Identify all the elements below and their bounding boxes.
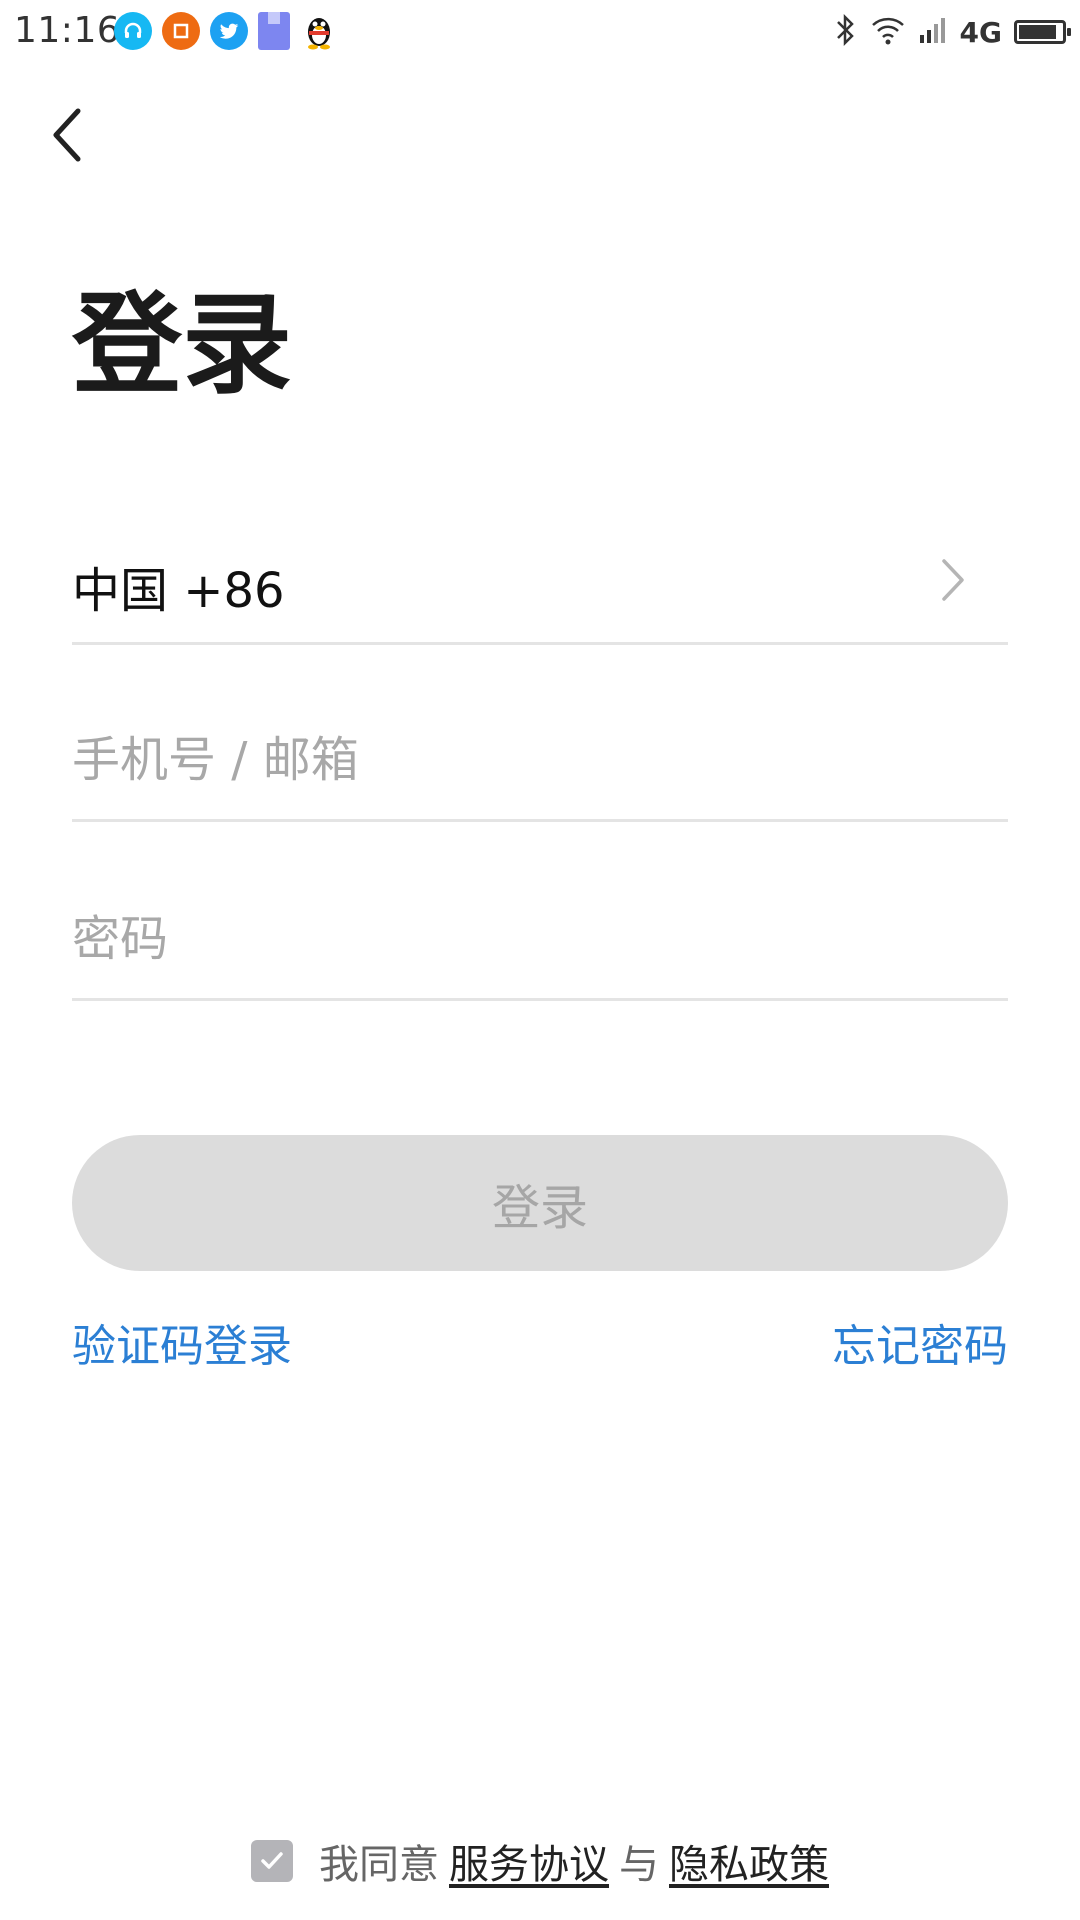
agreement-checkbox[interactable] (251, 1840, 293, 1882)
chevron-right-icon (938, 555, 968, 609)
forgot-password-link[interactable]: 忘记密码 (832, 1310, 1008, 1374)
status-time: 11:16 (14, 10, 121, 51)
notification-icons (114, 12, 338, 50)
phone-email-input[interactable] (72, 720, 1008, 800)
headset-icon (114, 12, 152, 50)
bookmark-icon (258, 12, 290, 50)
signal-icon (918, 15, 948, 49)
phone-email-row (72, 702, 1008, 822)
agreement-prefix: 我同意 (319, 1842, 439, 1888)
wifi-icon (870, 15, 906, 49)
sms-login-link[interactable]: 验证码登录 (72, 1310, 292, 1374)
chevron-left-icon (53, 108, 81, 162)
country-code-selector[interactable]: 中国 +86 (72, 525, 1008, 645)
agreement-row: 我同意 服务协议 与 隐私政策 (0, 1832, 1080, 1890)
bluetooth-icon (832, 12, 858, 52)
orange-app-icon (162, 12, 200, 50)
page-title: 登录 (72, 281, 292, 409)
privacy-policy-link[interactable]: 隐私政策 (669, 1832, 829, 1890)
password-input[interactable] (72, 899, 1008, 979)
system-icons: 4G (832, 12, 1071, 52)
login-button[interactable]: 登录 (72, 1135, 1008, 1271)
password-row (72, 881, 1008, 1001)
back-button[interactable] (40, 100, 96, 170)
checkmark-icon (261, 1852, 283, 1869)
twitter-icon (210, 12, 248, 50)
service-terms-link[interactable]: 服务协议 (449, 1832, 609, 1890)
network-type: 4G (959, 15, 1002, 49)
country-code-label: 中国 +86 (72, 563, 285, 619)
agreement-conjunction: 与 (619, 1842, 659, 1888)
qq-penguin-icon (300, 12, 338, 50)
status-bar: 11:16 4G (0, 0, 1080, 66)
battery-icon (1014, 20, 1071, 44)
